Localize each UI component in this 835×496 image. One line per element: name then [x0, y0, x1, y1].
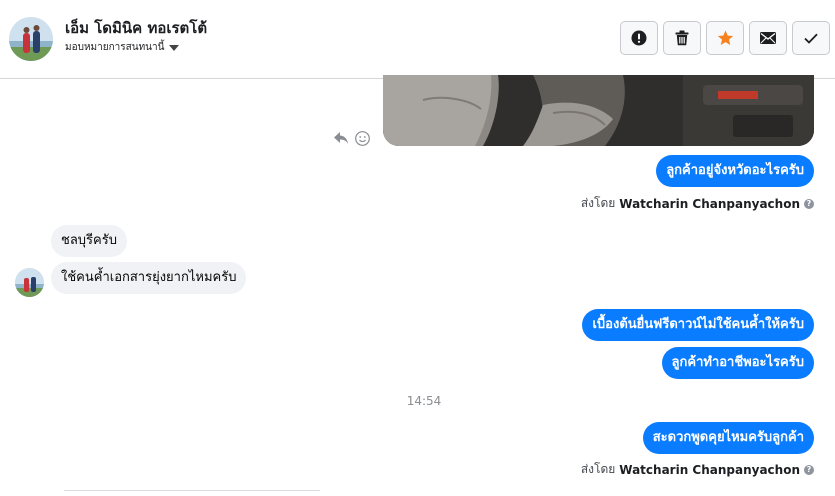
assign-label: มอบหมายการสนทนานี้ — [65, 42, 165, 53]
composer-divider — [64, 490, 320, 491]
sent-by-agent: Watcharin Chanpanyachon — [619, 462, 800, 477]
trash-icon — [675, 30, 689, 46]
reply-icon[interactable] — [333, 131, 349, 145]
star-button[interactable] — [706, 21, 744, 55]
outgoing-message[interactable]: สะดวกพูดคุยไหมครับลูกค้า — [642, 422, 814, 454]
emoji-icon[interactable] — [355, 131, 370, 146]
help-icon[interactable]: ? — [804, 464, 814, 475]
outgoing-message[interactable]: ลูกค้าทำอาชีพอะไรครับ — [661, 347, 814, 379]
mark-spam-button[interactable] — [620, 21, 658, 55]
assign-conversation-dropdown[interactable]: มอบหมายการสนทนานี้ — [65, 40, 180, 55]
message-thread[interactable]: ลูกค้าอยู่จังหวัดอะไรครับ ส่งโดย Watchar… — [0, 75, 835, 496]
sent-by-prefix: ส่งโดย — [580, 462, 616, 476]
contact-avatar[interactable] — [9, 17, 53, 61]
mark-done-button[interactable] — [792, 21, 830, 55]
exclamation-icon — [631, 30, 647, 46]
check-icon — [804, 33, 818, 44]
conversation-header: เอ็ม โดมินิค ทอเรตโต้ มอบหมายการสนทนานี้ — [0, 0, 835, 79]
incoming-message[interactable]: ใช้คนค้ำเอกสารยุ่งยากไหมครับ — [51, 262, 247, 294]
header-actions — [620, 21, 830, 55]
sent-by-label: ส่งโดย Watcharin Chanpanyachon ? — [581, 194, 814, 213]
sent-by-agent: Watcharin Chanpanyachon — [619, 196, 800, 211]
sent-by-label: ส่งโดย Watcharin Chanpanyachon ? — [581, 460, 814, 479]
incoming-message[interactable]: ชลบุรีครับ — [51, 225, 127, 257]
message-actions — [333, 131, 370, 146]
sent-by-prefix: ส่งโดย — [580, 196, 616, 210]
outgoing-message[interactable]: เบื้องต้นยื่นฟรีดาวน์ไม่ใช้คนค้ำให้ครับ — [582, 309, 814, 341]
envelope-icon — [760, 32, 776, 44]
chevron-down-icon — [169, 44, 180, 51]
help-icon[interactable]: ? — [804, 198, 814, 209]
message-timestamp: 14:54 — [406, 394, 442, 408]
contact-name[interactable]: เอ็ม โดมินิค ทอเรตโต้ — [65, 16, 207, 40]
mark-unread-button[interactable] — [749, 21, 787, 55]
sender-avatar[interactable] — [15, 268, 44, 297]
attached-photo[interactable] — [383, 75, 814, 146]
delete-button[interactable] — [663, 21, 701, 55]
outgoing-message[interactable]: ลูกค้าอยู่จังหวัดอะไรครับ — [656, 155, 814, 187]
star-icon — [717, 30, 733, 46]
